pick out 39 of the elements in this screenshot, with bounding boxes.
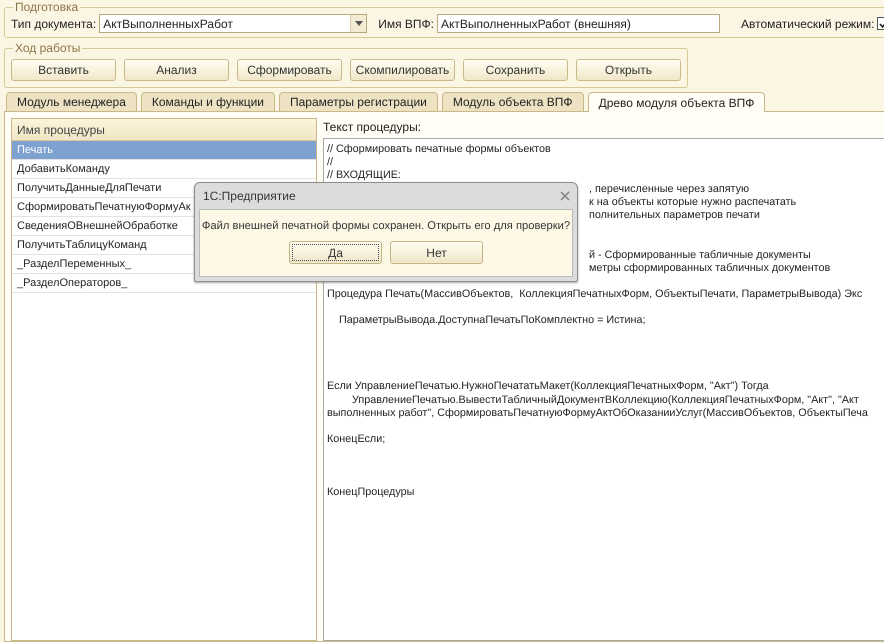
tab[interactable]: Древо модуля объекта ВПФ (588, 92, 766, 112)
action-button[interactable]: Открыть (576, 59, 681, 81)
action-button[interactable]: Скомпилировать (350, 59, 455, 81)
action-button[interactable]: Анализ (124, 59, 229, 81)
action-button[interactable]: Сформировать (237, 59, 342, 81)
group-title: Ход работы (14, 41, 82, 55)
vpf-name-field[interactable]: АктВыполненныхРабот (внешняя) (436, 14, 720, 33)
tab[interactable]: Параметры регистрации (279, 92, 438, 112)
code-line: Процедура Печать(МассивОбъектов, КоллекцияПечатныхФорм, ОбъектыПечати, ПараметрыВывода) Экс (327, 288, 862, 300)
code-line: метры сформированных табличных документов (589, 262, 830, 274)
code-line: й - Сформированные табличные документы (589, 248, 811, 260)
tab[interactable]: Модуль менеджера (6, 92, 137, 112)
dialog-button[interactable]: Нет (390, 241, 483, 264)
code-line: к на объекты которые нужно распечатать (589, 196, 796, 208)
code-line: , перечисленные через запятую (589, 182, 750, 195)
dialog-button[interactable]: Да (289, 241, 382, 264)
column-header: Имя процедуры (12, 119, 316, 141)
code-line: // ВХОДЯЩИЕ: (327, 169, 401, 182)
action-button[interactable]: Сохранить (463, 59, 568, 81)
code-line: // Сформировать печатные формы объектов (327, 143, 551, 155)
group-title: Подготовка (14, 0, 80, 14)
tab[interactable]: Модуль объекта ВПФ (442, 92, 584, 112)
code-line: // (327, 156, 333, 168)
document-type-select[interactable]: АктВыполненныхРабот (99, 14, 368, 33)
code-line: КонецПроцедуры (327, 486, 414, 498)
field-label: Тип документа: (11, 16, 96, 30)
tab[interactable]: Команды и функции (140, 92, 275, 112)
code-line: полнительных параметров печати (589, 208, 760, 221)
close-icon[interactable] (560, 191, 570, 201)
code-line: выполненных работ", СформироватьПечатнуюФормуАктОбОказанииУслуг(МассивОбъектов, ОбъектыПеча (327, 406, 868, 419)
code-line: ПараметрыВывода.ДоступнаПечатьПоКомплектно = Истина; (339, 314, 646, 326)
dropdown-icon[interactable] (350, 15, 366, 32)
field-label: Имя ВПФ: (378, 16, 434, 30)
code-line: Если УправлениеПечатью.НужноПечататьМакет(КоллекцияПечатныхФорм, "Акт") Тогда (327, 380, 769, 392)
code-line: УправлениеПечатью.ВывестиТабличныйДокументВКоллекцию(КоллекцияПечатныхФорм, "Акт", "Акт (352, 394, 859, 406)
action-button[interactable]: Вставить (11, 59, 116, 81)
field-label: Автоматический режим: (740, 16, 874, 30)
code-line: КонецЕсли; (327, 433, 386, 446)
editor-label: Текст процедуры: (323, 119, 422, 134)
